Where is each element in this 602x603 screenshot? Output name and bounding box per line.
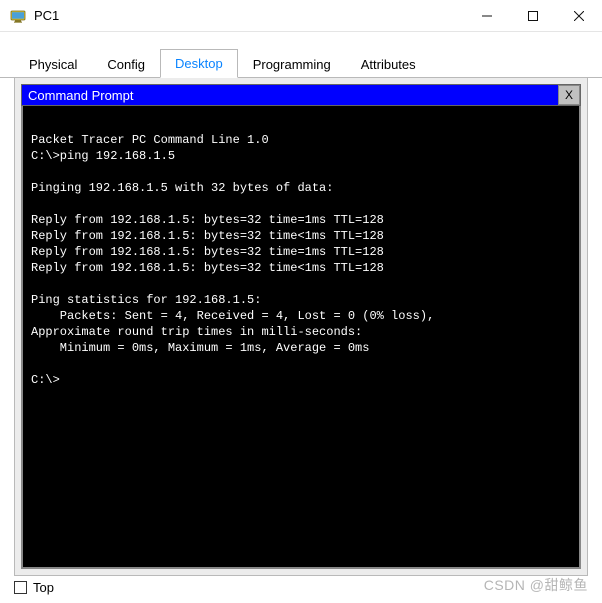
footer: Top	[14, 580, 54, 595]
top-checkbox-label: Top	[33, 580, 54, 595]
terminal-line: C:\>	[31, 373, 60, 387]
terminal-line: Packet Tracer PC Command Line 1.0	[31, 133, 269, 147]
tab-attributes[interactable]: Attributes	[346, 50, 431, 78]
window-minimize-button[interactable]	[464, 0, 510, 32]
terminal-line: Ping statistics for 192.168.1.5:	[31, 293, 261, 307]
command-prompt-close-button[interactable]: X	[558, 85, 580, 105]
window-titlebar: PC1	[0, 0, 602, 32]
terminal-line: Reply from 192.168.1.5: bytes=32 time=1m…	[31, 213, 384, 227]
terminal-line: Pinging 192.168.1.5 with 32 bytes of dat…	[31, 181, 333, 195]
window-maximize-button[interactable]	[510, 0, 556, 32]
terminal-line: C:\>ping 192.168.1.5	[31, 149, 175, 163]
terminal-line: Reply from 192.168.1.5: bytes=32 time=1m…	[31, 245, 384, 259]
top-checkbox[interactable]	[14, 581, 27, 594]
terminal-line: Reply from 192.168.1.5: bytes=32 time<1m…	[31, 261, 384, 275]
window-close-button[interactable]	[556, 0, 602, 32]
tab-panel-desktop: Command Prompt X Packet Tracer PC Comman…	[14, 78, 588, 576]
watermark: CSDN @甜鲸鱼	[484, 575, 588, 595]
command-prompt-terminal[interactable]: Packet Tracer PC Command Line 1.0 C:\>pi…	[21, 106, 581, 569]
tab-bar: Physical Config Desktop Programming Attr…	[0, 48, 602, 78]
app-icon	[10, 8, 26, 24]
tab-programming[interactable]: Programming	[238, 50, 346, 78]
terminal-line: Packets: Sent = 4, Received = 4, Lost = …	[31, 309, 434, 323]
window-title: PC1	[34, 8, 59, 23]
terminal-line: Approximate round trip times in milli-se…	[31, 325, 362, 339]
tab-physical[interactable]: Physical	[14, 50, 92, 78]
command-prompt-window: Command Prompt X Packet Tracer PC Comman…	[21, 84, 581, 569]
terminal-line: Minimum = 0ms, Maximum = 1ms, Average = …	[31, 341, 369, 355]
command-prompt-titlebar: Command Prompt X	[21, 84, 581, 106]
tab-desktop[interactable]: Desktop	[160, 49, 238, 78]
terminal-line: Reply from 192.168.1.5: bytes=32 time<1m…	[31, 229, 384, 243]
command-prompt-title: Command Prompt	[28, 88, 558, 103]
tab-config[interactable]: Config	[92, 50, 160, 78]
